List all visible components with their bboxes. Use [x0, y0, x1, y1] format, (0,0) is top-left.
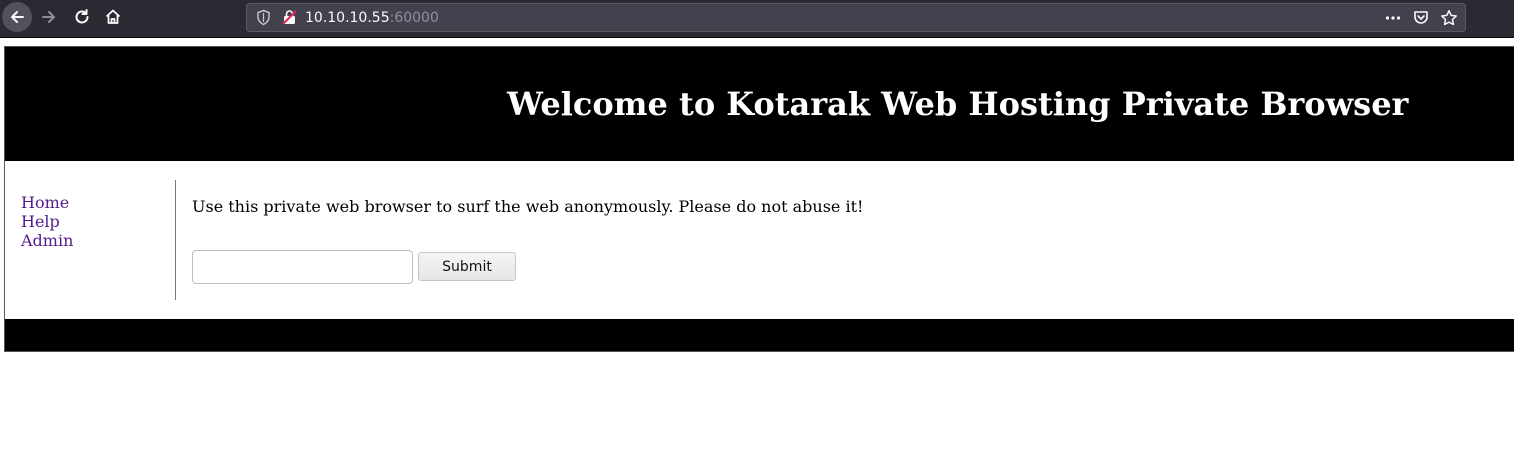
back-button[interactable] — [2, 2, 32, 32]
arrow-left-icon — [11, 11, 24, 23]
home-button[interactable] — [98, 2, 128, 32]
reload-icon — [75, 9, 89, 24]
sidebar-nav: Home Help Admin — [21, 193, 161, 250]
sidebar-link-home[interactable]: Home — [21, 193, 161, 212]
intro-text: Use this private web browser to surf the… — [192, 197, 864, 216]
page-footer — [5, 319, 1514, 351]
url-text: 10.10.10.55:60000 — [305, 9, 439, 27]
pocket-icon[interactable] — [1411, 8, 1431, 28]
url-host: 10.10.10.55 — [305, 10, 390, 26]
more-dots-icon[interactable] — [1383, 8, 1403, 28]
arrow-right-icon — [42, 11, 55, 23]
url-input[interactable] — [192, 250, 413, 284]
url-port: :60000 — [389, 10, 439, 26]
sidebar-link-help[interactable]: Help — [21, 212, 161, 231]
insecure-lock-icon[interactable] — [281, 9, 298, 26]
page-header: Welcome to Kotarak Web Hosting Private B… — [5, 47, 1514, 161]
star-icon[interactable] — [1439, 8, 1459, 28]
page-frame: Welcome to Kotarak Web Hosting Private B… — [4, 46, 1514, 352]
browser-toolbar: 10.10.10.55:60000 — [0, 0, 1514, 38]
sidebar-divider — [175, 180, 176, 300]
address-bar[interactable]: 10.10.10.55:60000 — [246, 3, 1466, 32]
forward-button[interactable] — [34, 2, 64, 32]
address-bar-actions — [1383, 8, 1459, 28]
shield-icon[interactable] — [255, 9, 272, 26]
submit-button[interactable]: Submit — [418, 252, 516, 281]
home-icon — [105, 9, 121, 24]
page-title: Welcome to Kotarak Web Hosting Private B… — [507, 85, 1409, 123]
reload-button[interactable] — [67, 2, 97, 32]
sidebar-link-admin[interactable]: Admin — [21, 231, 161, 250]
